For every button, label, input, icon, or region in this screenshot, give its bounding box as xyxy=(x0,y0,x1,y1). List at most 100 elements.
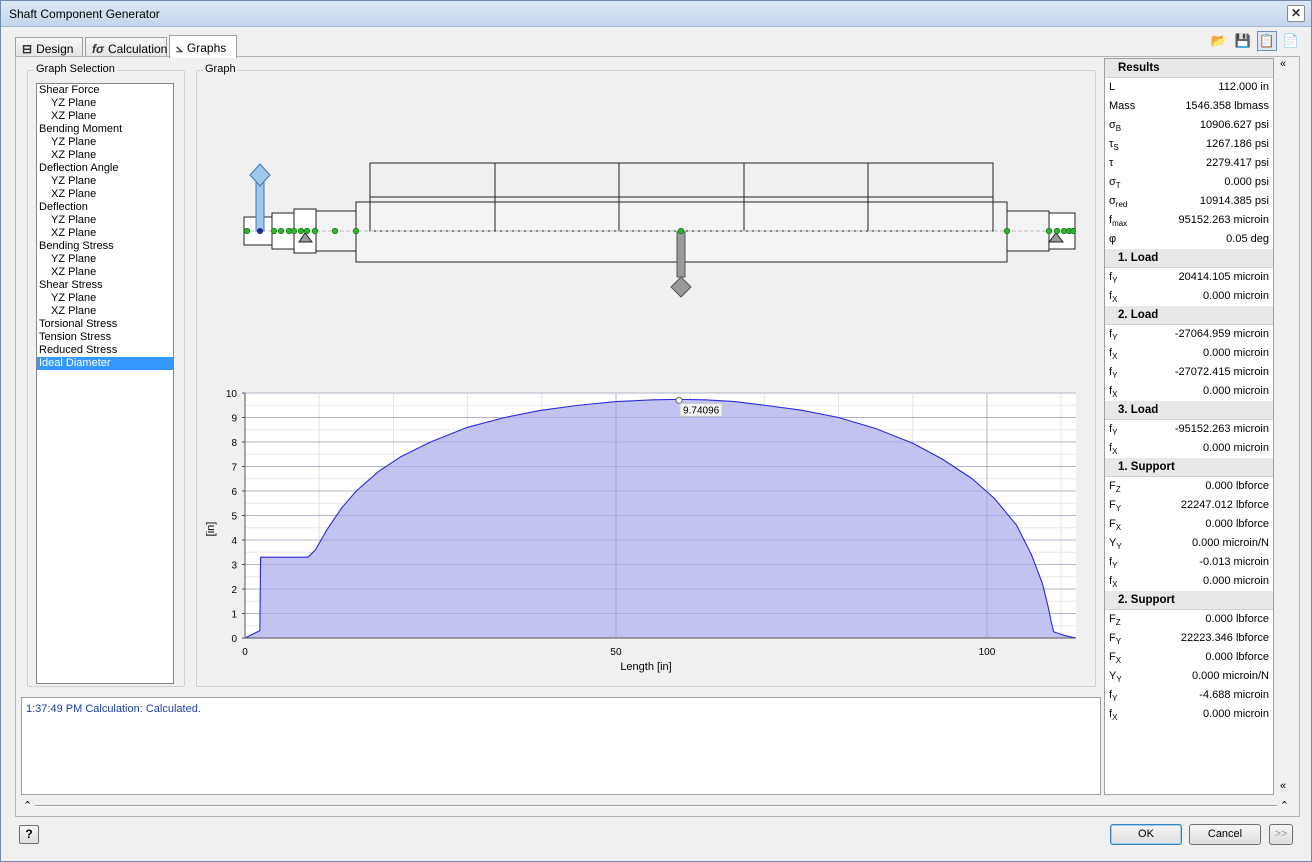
result-row: fY 20414.105 microin xyxy=(1105,268,1273,287)
graph-selection-item[interactable]: XZ Plane xyxy=(37,188,173,201)
results-section-header: 1. Support xyxy=(1105,458,1273,477)
result-key-subscript: Z xyxy=(1115,618,1121,628)
graph-icon: ⦣ xyxy=(176,40,183,55)
open-folder-icon[interactable]: 📂 xyxy=(1209,31,1229,51)
graph-selection-item[interactable]: Tension Stress xyxy=(37,331,173,344)
result-key-subscript: Y xyxy=(1115,637,1122,647)
result-value: 0.000 microin xyxy=(1202,708,1269,720)
y-tick-label: 8 xyxy=(231,438,237,449)
graph-selection-item[interactable]: Deflection xyxy=(37,201,173,214)
collapse-down-icon[interactable]: « xyxy=(1280,780,1286,792)
max-value-marker[interactable] xyxy=(675,396,683,404)
more-button[interactable]: >> xyxy=(1269,824,1293,845)
shaft-node[interactable] xyxy=(297,227,305,235)
result-key: fX xyxy=(1109,708,1118,723)
expand-left-icon[interactable]: ⌃ xyxy=(23,799,32,812)
result-row: FY 22247.012 lbforce xyxy=(1105,496,1273,515)
shaft-node[interactable] xyxy=(677,227,685,235)
graph-selection-item[interactable]: YZ Plane xyxy=(37,175,173,188)
graph-selection-item[interactable]: YZ Plane xyxy=(37,292,173,305)
shaft-node[interactable] xyxy=(352,227,360,235)
collapse-up-icon[interactable]: « xyxy=(1280,58,1286,70)
panel-splitter[interactable]: ⌃ ⌃ xyxy=(21,799,1291,812)
graph-selection-list[interactable]: Shear Force YZ Plane XZ Plane Bending Momen… xyxy=(36,83,174,684)
shaft-node[interactable] xyxy=(270,227,278,235)
graph-selection-item[interactable]: XZ Plane xyxy=(37,110,173,123)
graph-selection-item[interactable]: YZ Plane xyxy=(37,253,173,266)
graph-selection-item[interactable]: Torsional Stress xyxy=(37,318,173,331)
result-key: fX xyxy=(1109,385,1118,400)
result-value: 0.000 lbforce xyxy=(1205,651,1269,663)
graph-selection-group: Graph Selection Shear Force YZ Plane XZ Pl… xyxy=(27,63,185,687)
close-icon[interactable]: ✕ xyxy=(1287,5,1305,22)
title-bar[interactable]: Shaft Component Generator ✕ xyxy=(1,1,1311,27)
result-row: σB 10906.627 psi xyxy=(1105,116,1273,135)
result-key-subscript: X xyxy=(1112,352,1118,362)
shaft-node[interactable] xyxy=(303,227,311,235)
graph-selection-item[interactable]: XZ Plane xyxy=(37,149,173,162)
shaft-node[interactable] xyxy=(243,227,251,235)
ok-button[interactable]: OK xyxy=(1110,824,1182,845)
graph-selection-item[interactable]: Shear Stress xyxy=(37,279,173,292)
x-tick-label: 50 xyxy=(610,647,622,658)
load-point xyxy=(257,228,263,234)
result-row: fY -27064.959 microin xyxy=(1105,325,1273,344)
tab-design-label: Design xyxy=(36,41,74,56)
graph-canvas[interactable]: 0123456789100 50 1009.74096 Length [in] [i… xyxy=(197,71,1095,686)
graph-selection-item[interactable]: Ideal Diameter xyxy=(37,357,173,370)
result-row: FY 22223.346 lbforce xyxy=(1105,629,1273,648)
shaft-node[interactable] xyxy=(277,227,285,235)
graph-selection-item[interactable]: XZ Plane xyxy=(37,305,173,318)
result-value: 95152.263 microin xyxy=(1178,214,1269,226)
cancel-button[interactable]: Cancel xyxy=(1189,824,1261,845)
tab-calculation[interactable]: fσ Calculation xyxy=(85,37,167,57)
results-section-header: 2. Support xyxy=(1105,591,1273,610)
result-key-subscript: Y xyxy=(1112,333,1118,343)
graph-selection-item[interactable]: YZ Plane xyxy=(37,97,173,110)
graph-selection-item[interactable]: YZ Plane xyxy=(37,214,173,227)
max-value-label: 9.74096 xyxy=(683,405,720,416)
result-key-subscript: red xyxy=(1115,200,1128,210)
shaft-node[interactable] xyxy=(311,227,319,235)
result-key-subscript: Y xyxy=(1112,428,1118,438)
notes-icon[interactable]: 📄 xyxy=(1281,31,1301,51)
graph-selection-item[interactable]: XZ Plane xyxy=(37,266,173,279)
shaft-node[interactable] xyxy=(331,227,339,235)
y-tick-label: 10 xyxy=(226,389,238,400)
shaft-node[interactable] xyxy=(1003,227,1011,235)
y-tick-label: 1 xyxy=(231,610,237,621)
shaft-node[interactable] xyxy=(1069,227,1077,235)
result-key: L xyxy=(1109,81,1116,93)
result-value: 0.000 lbforce xyxy=(1205,518,1269,530)
result-key-subscript: Y xyxy=(1115,504,1122,514)
calc-report-icon[interactable]: 📋 xyxy=(1257,31,1277,51)
graph-selection-item[interactable]: Reduced Stress xyxy=(37,344,173,357)
expand-right-icon[interactable]: ⌃ xyxy=(1280,799,1289,812)
shaft-node[interactable] xyxy=(1045,227,1053,235)
result-key-subscript: Z xyxy=(1115,485,1121,495)
tab-design[interactable]: ⊟ Design xyxy=(15,37,83,57)
load-arrow-head-icon xyxy=(249,163,271,187)
x-tick-label: 0 xyxy=(242,647,248,658)
y-tick-label: 0 xyxy=(231,634,237,645)
graph-group: Graph 0 1 2 3 4 5 6 7 8 9 10 0 50 100 9.… xyxy=(196,63,1096,687)
graph-selection-item[interactable]: XZ Plane xyxy=(37,227,173,240)
result-value: 10914.385 psi xyxy=(1199,195,1269,207)
graph-selection-item[interactable]: Bending Stress xyxy=(37,240,173,253)
save-icon[interactable]: 💾 xyxy=(1233,31,1253,51)
graph-selection-item[interactable]: Bending Moment xyxy=(37,123,173,136)
result-row: FZ 0.000 lbforce xyxy=(1105,610,1273,629)
tab-graphs[interactable]: ⦣ Graphs xyxy=(169,35,237,58)
message-log[interactable]: 1:37:49 PM Calculation: Calculated. xyxy=(21,697,1101,795)
shaft-node[interactable] xyxy=(290,227,298,235)
result-key-subscript: Y xyxy=(1112,694,1118,704)
result-value: 0.000 psi xyxy=(1224,176,1269,188)
shaft-node[interactable] xyxy=(1053,227,1061,235)
y-tick-label: 9 xyxy=(231,414,237,425)
x-axis-label: Length [in] xyxy=(620,661,671,673)
graph-selection-item[interactable]: YZ Plane xyxy=(37,136,173,149)
graph-selection-item[interactable]: Shear Force xyxy=(37,84,173,97)
graph-selection-item[interactable]: Deflection Angle xyxy=(37,162,173,175)
help-button[interactable]: ? xyxy=(19,825,39,844)
result-row: fX 0.000 microin xyxy=(1105,287,1273,306)
